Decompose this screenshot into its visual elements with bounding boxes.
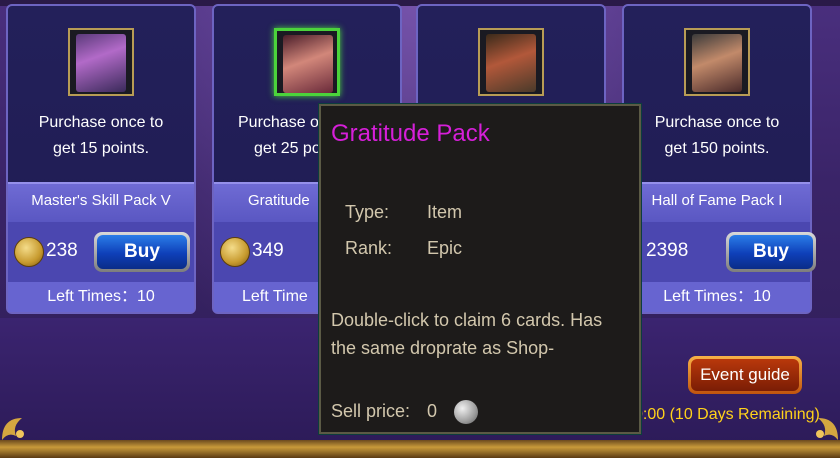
event-guide-label: Event guide <box>691 359 799 391</box>
pack-art-4 <box>692 34 742 92</box>
pack-price-2: 349 <box>252 240 284 261</box>
tooltip-sell-label: Sell price: <box>331 400 411 421</box>
tooltip-type-value: Item <box>427 202 463 222</box>
tooltip-rank-label: Rank: <box>345 238 393 258</box>
gold-coin-icon <box>220 237 250 267</box>
pack-name-4: Hall of Fame Pack I <box>651 192 783 209</box>
left-times-1: Left Times：10 <box>8 282 194 312</box>
pack-description-4: Purchase once to get 150 points. <box>654 114 780 157</box>
bottom-rail <box>0 440 840 458</box>
pack-thumbnail-1[interactable] <box>68 28 134 96</box>
silver-coin-icon <box>454 400 479 424</box>
pack-name-2: Gratitude <box>248 192 310 209</box>
price-row-4: 2398 Buy <box>624 222 816 282</box>
ornament-left-icon <box>2 418 24 440</box>
pack-description-1: Purchase once to get 15 points. <box>38 114 164 157</box>
tooltip-rank-value: Epic <box>427 238 463 258</box>
pack-description-2-line1: Purchase o <box>238 114 319 131</box>
pack-name-bar-4: Hall of Fame Pack I <box>624 182 810 222</box>
pack-thumbnail-2-selected[interactable] <box>274 28 340 96</box>
pack-name-1: Master's Skill Pack V <box>31 192 171 209</box>
tooltip-sell-value: 0 <box>427 400 438 421</box>
left-times-4: Left Times：10 <box>624 282 810 312</box>
pack-thumbnail-3[interactable] <box>478 28 544 96</box>
buy-button-label-1: Buy <box>97 235 187 269</box>
buy-button-4[interactable]: Buy <box>726 232 816 272</box>
pack-price-1: 238 <box>46 240 78 261</box>
gold-coin-icon <box>14 237 44 267</box>
event-countdown: 0:00 (10 Days Remaining) <box>634 406 820 423</box>
pack-description-2-partial: Purchase o get 25 po <box>238 110 321 162</box>
event-guide-button[interactable]: Event guide <box>688 356 802 394</box>
pack-art-1 <box>76 34 126 92</box>
tooltip-sell-row: Sell price: 0 <box>331 400 479 424</box>
tooltip-rank-row: Rank: Epic <box>345 238 462 259</box>
tooltip-type-label: Type: <box>345 202 390 222</box>
pack-thumbnail-4[interactable] <box>684 28 750 96</box>
pack-name-bar-1: Master's Skill Pack V <box>8 182 194 222</box>
pack-art-2 <box>283 35 333 93</box>
pack-description-2-line2: get 25 po <box>254 140 321 157</box>
item-tooltip: Gratitude Pack Type: Item Rank: Epic Doubl… <box>319 104 641 434</box>
buy-button-1[interactable]: Buy <box>94 232 190 272</box>
buy-button-label-4: Buy <box>729 235 813 269</box>
tooltip-title: Gratitude Pack <box>331 120 490 147</box>
pack-card-4[interactable]: Purchase once to get 150 points. Hall of… <box>622 4 816 314</box>
pack-art-3 <box>486 34 536 92</box>
tooltip-description: Double-click to claim 6 cards. Has the s… <box>331 310 603 358</box>
pack-card-1[interactable]: Purchase once to get 15 points. Master's… <box>6 4 196 314</box>
tooltip-type-row: Type: Item <box>345 202 462 223</box>
pack-price-4: 2398 <box>646 240 689 261</box>
price-row-1: 238 Buy <box>8 222 194 282</box>
